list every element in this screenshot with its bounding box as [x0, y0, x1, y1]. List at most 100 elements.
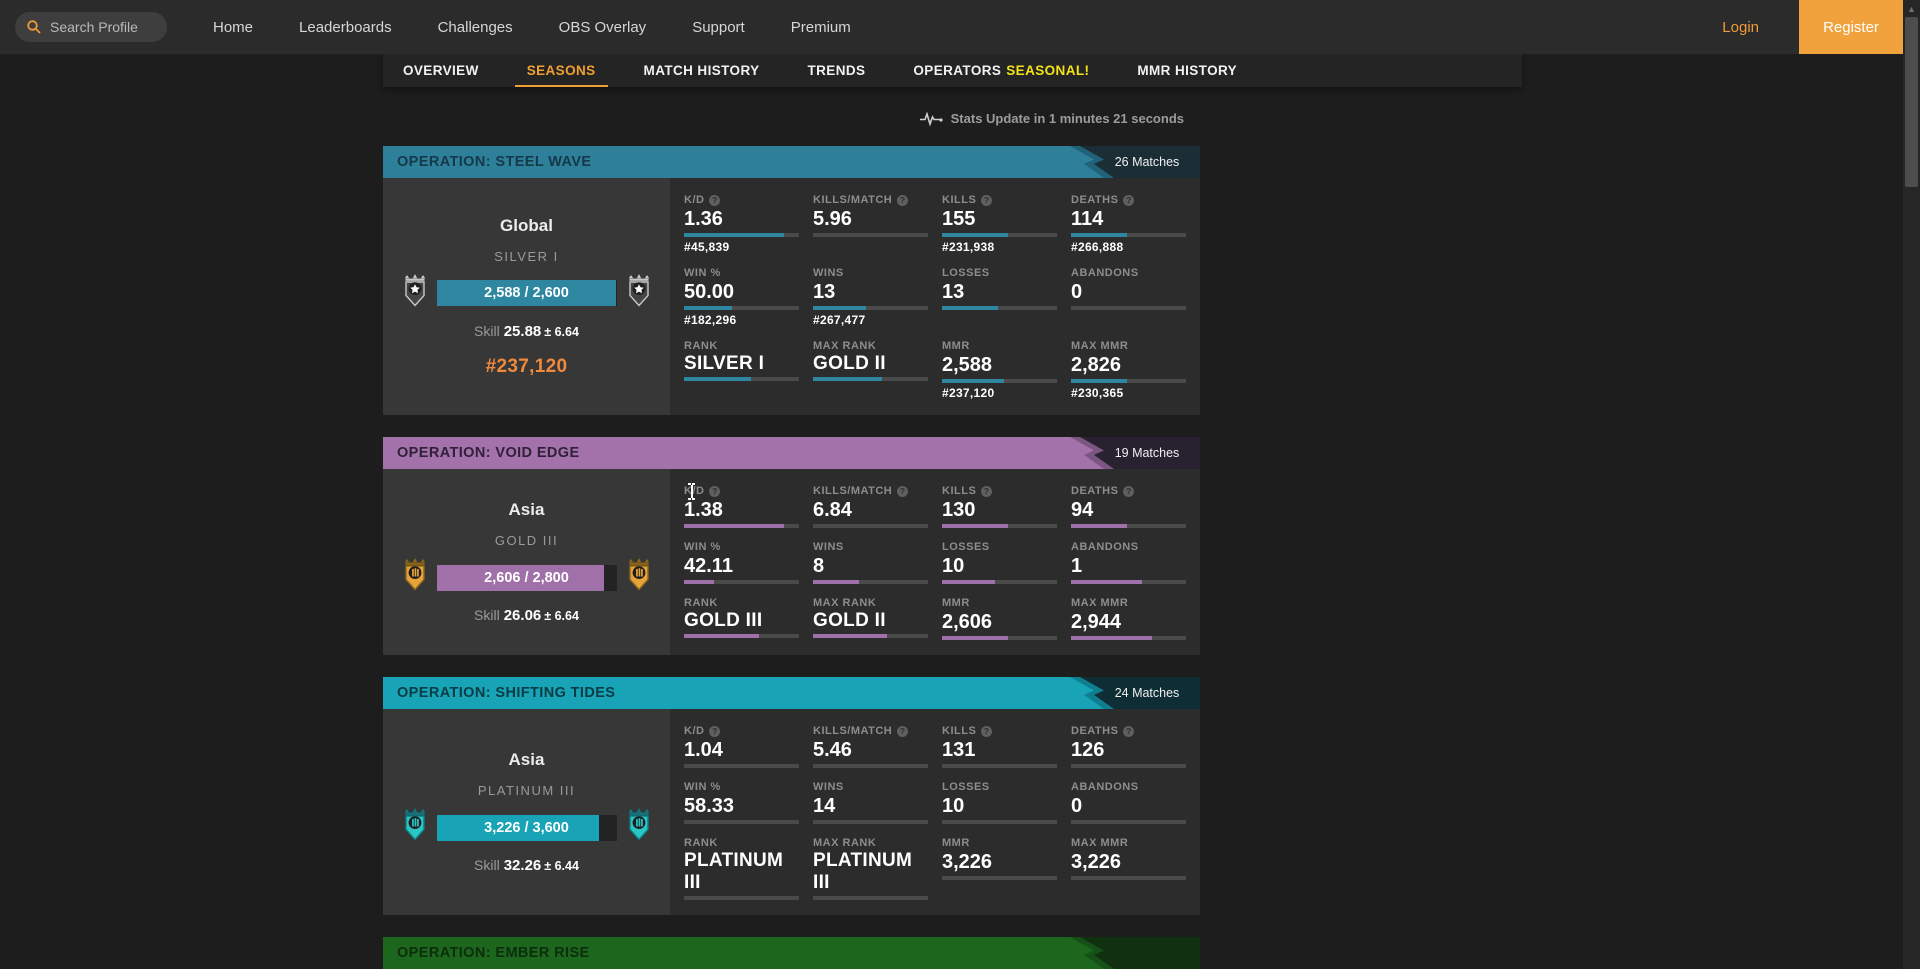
stat-bar [1071, 580, 1186, 584]
info-icon[interactable]: ? [981, 195, 992, 206]
info-icon[interactable]: ? [1123, 486, 1134, 497]
stat-label: WINS [813, 540, 928, 554]
matches-flag [1050, 937, 1200, 969]
stat-k-d: K/D?1.38 [684, 484, 799, 528]
vertical-scrollbar[interactable]: ▲ [1903, 0, 1920, 969]
search-profile-box[interactable]: Search Profile [15, 12, 167, 42]
stat-value: 0 [1071, 794, 1186, 818]
main-content: Stats Update in 1 minutes 21 seconds OPE… [383, 110, 1200, 969]
stat-value: GOLD II [813, 610, 928, 632]
season-header: OPERATION: VOID EDGE19 Matches [383, 437, 1200, 469]
stat-max-mmr: MAX MMR2,826#230,365 [1071, 339, 1186, 400]
nav-link-home[interactable]: Home [213, 19, 253, 36]
tab-label: TRENDS [808, 63, 866, 78]
nav-link-obs-overlay[interactable]: OBS Overlay [559, 19, 647, 36]
tab-operators[interactable]: OPERATORSSEASONAL! [913, 54, 1089, 87]
mmr-progress-row: 3,226 / 3,600 [402, 808, 652, 847]
stat-bar-fill [1071, 233, 1127, 237]
tab-seasons[interactable]: SEASONS [527, 54, 596, 87]
stat-value: 10 [942, 554, 1057, 578]
stat-label-text: K/D [684, 485, 704, 497]
stat-bar [942, 820, 1057, 824]
stat-bar [684, 524, 799, 528]
stat-label-text: WIN % [684, 267, 721, 279]
season-body: AsiaGOLD III2,606 / 2,800Skill26.06± 6.6… [383, 469, 1200, 655]
nav-link-support[interactable]: Support [692, 19, 745, 36]
stat-bar [684, 377, 799, 381]
stat-bar [813, 634, 928, 638]
info-icon[interactable]: ? [981, 726, 992, 737]
stat-bar [684, 580, 799, 584]
mmr-progressbar: 2,588 / 2,600 [437, 280, 617, 306]
stat-bar [1071, 764, 1186, 768]
tab-overview[interactable]: OVERVIEW [403, 54, 479, 87]
tab-mmr-history[interactable]: MMR HISTORY [1137, 54, 1237, 87]
season-header: OPERATION: EMBER RISE [383, 937, 1200, 969]
stat-bar [942, 306, 1057, 310]
tab-trends[interactable]: TRENDS [808, 54, 866, 87]
info-icon[interactable]: ? [709, 195, 720, 206]
stat-bar [684, 233, 799, 237]
stat-label: ABANDONS [1071, 540, 1186, 554]
stat-label-text: WINS [813, 781, 844, 793]
stat-label: WIN % [684, 540, 799, 554]
stat-label-text: ABANDONS [1071, 541, 1139, 553]
info-icon[interactable]: ? [897, 195, 908, 206]
stat-rank: RANKPLATINUM III [684, 836, 799, 900]
info-icon[interactable]: ? [981, 486, 992, 497]
info-icon[interactable]: ? [709, 726, 720, 737]
scrollbar-thumb[interactable] [1905, 17, 1918, 187]
stat-label-text: DEATHS [1071, 194, 1118, 206]
season-title: OPERATION: SHIFTING TIDES [383, 685, 615, 701]
skill-tolerance: ± 6.64 [544, 325, 579, 339]
stat-label-text: KILLS/MATCH [813, 485, 892, 497]
rank-badge-icon [402, 274, 428, 313]
skill-label: Skill [474, 323, 500, 339]
stat-bar-fill [1071, 580, 1142, 584]
stat-label: K/D? [684, 193, 799, 207]
tab-match-history[interactable]: MATCH HISTORY [644, 54, 760, 87]
stat-bar [942, 580, 1057, 584]
scroll-up-arrow-icon[interactable]: ▲ [1903, 3, 1920, 15]
register-button[interactable]: Register [1799, 0, 1903, 54]
rank-badge-icon [402, 808, 428, 847]
nav-link-challenges[interactable]: Challenges [438, 19, 513, 36]
stat-label: MAX MMR [1071, 596, 1186, 610]
rank-badge-icon [402, 558, 428, 597]
stat-value: 58.33 [684, 794, 799, 818]
info-icon[interactable]: ? [897, 486, 908, 497]
login-button[interactable]: Login [1722, 19, 1759, 36]
info-icon[interactable]: ? [1123, 195, 1134, 206]
rank-panel: AsiaGOLD III2,606 / 2,800Skill26.06± 6.6… [383, 469, 670, 655]
top-navbar: Search Profile Home Leaderboards Challenge… [0, 0, 1920, 54]
season-card-operation-steel-wave: OPERATION: STEEL WAVE26 MatchesGlobalSIL… [383, 146, 1200, 415]
info-icon[interactable]: ? [1123, 726, 1134, 737]
stat-value: GOLD III [684, 610, 799, 632]
stat-label: LOSSES [942, 780, 1057, 794]
stat-label: DEATHS? [1071, 484, 1186, 498]
stat-bar [1071, 876, 1186, 880]
stat-label: KILLS/MATCH? [813, 193, 928, 207]
stat-label-text: RANK [684, 597, 718, 609]
stat-label: RANK [684, 339, 799, 353]
nav-link-leaderboards[interactable]: Leaderboards [299, 19, 392, 36]
stat-label-text: MMR [942, 837, 970, 849]
nav-link-premium[interactable]: Premium [791, 19, 851, 36]
stat-kills-match: KILLS/MATCH?5.96 [813, 193, 928, 254]
skill-tolerance: ± 6.64 [544, 609, 579, 623]
stat-wins: WINS13#267,477 [813, 266, 928, 327]
search-placeholder: Search Profile [50, 19, 138, 35]
info-icon[interactable]: ? [897, 726, 908, 737]
rank-panel: GlobalSILVER I2,588 / 2,600Skill25.88± 6… [383, 178, 670, 415]
stat-value: 0 [1071, 280, 1186, 304]
season-title: OPERATION: EMBER RISE [383, 945, 590, 961]
stat-label: DEATHS? [1071, 724, 1186, 738]
stat-value: 94 [1071, 498, 1186, 522]
info-icon[interactable]: ? [709, 486, 720, 497]
mmr-progress-row: 2,606 / 2,800 [402, 558, 652, 597]
stat-value: 126 [1071, 738, 1186, 762]
stat-label-text: KILLS [942, 485, 976, 497]
stat-value: 13 [813, 280, 928, 304]
stat-label-text: MAX RANK [813, 597, 876, 609]
main-nav: Home Leaderboards Challenges OBS Overlay Sup… [213, 19, 851, 36]
